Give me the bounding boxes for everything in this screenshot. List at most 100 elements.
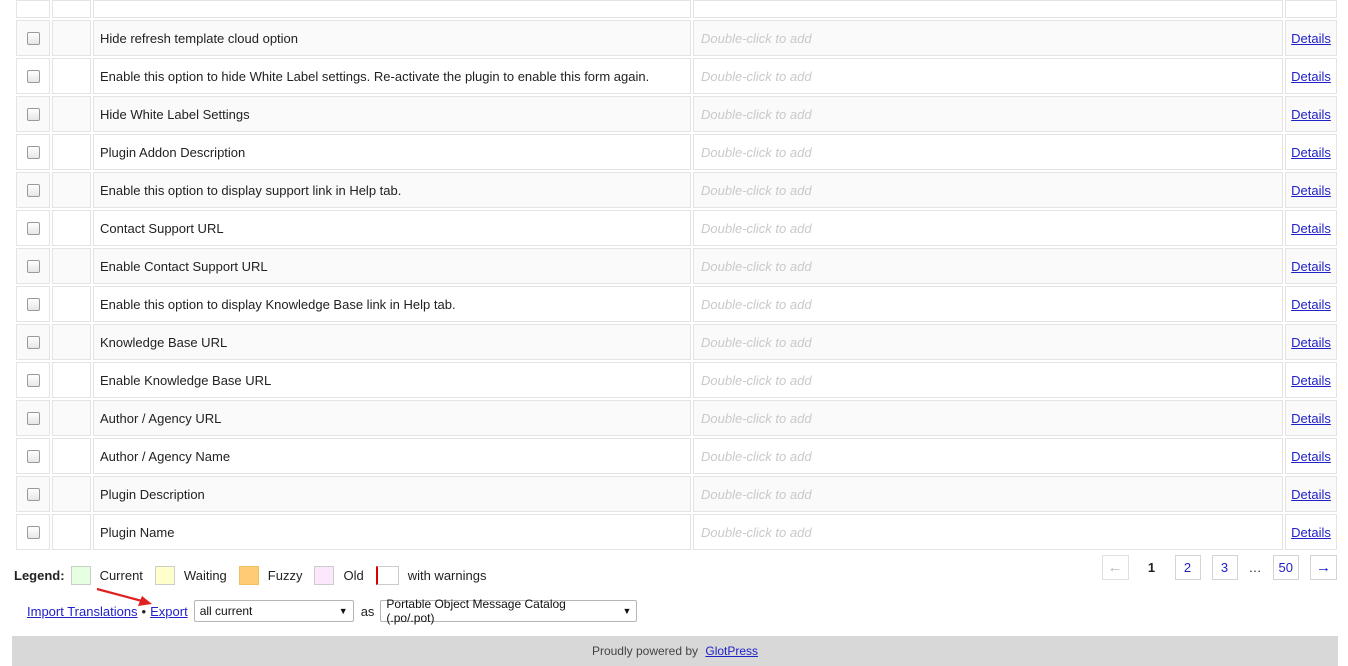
translation-cell[interactable]: Double-click to add bbox=[693, 210, 1283, 246]
table-row[interactable] bbox=[16, 0, 1337, 18]
row-checkbox[interactable] bbox=[26, 146, 40, 159]
translation-cell[interactable]: Double-click to add bbox=[693, 96, 1283, 132]
export-format-select[interactable]: Portable Object Message Catalog (.po/.po… bbox=[380, 597, 638, 625]
translation-cell[interactable]: Double-click to add bbox=[693, 286, 1283, 322]
strings-table: Hide refresh template cloud option Double… bbox=[14, 0, 1339, 552]
details-link[interactable]: Details bbox=[1291, 31, 1331, 46]
original-string: Enable Knowledge Base URL bbox=[93, 362, 691, 398]
row-priority-cell bbox=[52, 0, 91, 18]
legend-warnings-label: with warnings bbox=[407, 567, 487, 583]
row-checkbox[interactable] bbox=[26, 526, 40, 539]
row-priority-cell bbox=[52, 438, 91, 474]
original-string: Enable this option to display support li… bbox=[93, 172, 691, 208]
details-link[interactable]: Details bbox=[1291, 221, 1331, 236]
footer-text: Proudly powered by bbox=[591, 644, 699, 658]
translation-cell[interactable]: Double-click to add bbox=[693, 324, 1283, 360]
translation-cell[interactable]: Double-click to add bbox=[693, 248, 1283, 284]
row-checkbox[interactable] bbox=[26, 222, 40, 235]
original-string: Contact Support URL bbox=[93, 210, 691, 246]
pagination-next-button[interactable]: → bbox=[1310, 555, 1337, 580]
row-checkbox[interactable] bbox=[26, 70, 40, 83]
table-row[interactable]: Knowledge Base URL Double-click to add Det… bbox=[16, 324, 1337, 360]
table-row[interactable]: Author / Agency Name Double-click to add D… bbox=[16, 438, 1337, 474]
import-export-bar: Import Translations • Export all current… bbox=[27, 597, 638, 625]
table-row[interactable]: Enable this option to display support li… bbox=[16, 172, 1337, 208]
row-checkbox[interactable] bbox=[26, 374, 40, 387]
row-checkbox[interactable] bbox=[26, 412, 40, 425]
row-select-cell bbox=[16, 514, 50, 550]
row-checkbox[interactable] bbox=[26, 108, 40, 121]
strings-table-body: Hide refresh template cloud option Double… bbox=[16, 0, 1337, 550]
details-link[interactable]: Details bbox=[1291, 411, 1331, 426]
table-row[interactable]: Plugin Addon Description Double-click to … bbox=[16, 134, 1337, 170]
row-select-cell bbox=[16, 0, 50, 18]
original-string: Author / Agency URL bbox=[93, 400, 691, 436]
row-checkbox[interactable] bbox=[26, 298, 40, 311]
legend-current-swatch bbox=[70, 565, 91, 585]
original-string: Hide refresh template cloud option bbox=[93, 20, 691, 56]
row-checkbox[interactable] bbox=[26, 184, 40, 197]
row-actions-cell: Details bbox=[1285, 20, 1337, 56]
export-link[interactable]: Export bbox=[150, 604, 188, 619]
translation-cell[interactable]: Double-click to add bbox=[693, 172, 1283, 208]
row-priority-cell bbox=[52, 210, 91, 246]
details-link[interactable]: Details bbox=[1291, 449, 1331, 464]
row-checkbox[interactable] bbox=[26, 32, 40, 45]
row-select-cell bbox=[16, 324, 50, 360]
export-as-label: as bbox=[360, 603, 375, 619]
original-string: Plugin Name bbox=[93, 514, 691, 550]
row-checkbox[interactable] bbox=[26, 260, 40, 273]
pagination-page-2[interactable]: 2 bbox=[1174, 555, 1201, 580]
details-link[interactable]: Details bbox=[1291, 259, 1331, 274]
table-row[interactable]: Plugin Name Double-click to add Details bbox=[16, 514, 1337, 550]
row-checkbox[interactable] bbox=[26, 336, 40, 349]
translation-cell[interactable]: Double-click to add bbox=[693, 134, 1283, 170]
translation-cell[interactable]: Double-click to add bbox=[693, 514, 1283, 550]
table-row[interactable]: Hide refresh template cloud option Double… bbox=[16, 20, 1337, 56]
import-translations-link[interactable]: Import Translations bbox=[27, 604, 138, 619]
details-link[interactable]: Details bbox=[1291, 107, 1331, 122]
table-row[interactable]: Enable Knowledge Base URL Double-click to… bbox=[16, 362, 1337, 398]
pagination-page-3[interactable]: 3 bbox=[1211, 555, 1238, 580]
row-priority-cell bbox=[52, 362, 91, 398]
table-row[interactable]: Contact Support URL Double-click to add De… bbox=[16, 210, 1337, 246]
table-row[interactable]: Enable this option to hide White Label s… bbox=[16, 58, 1337, 94]
original-string: Knowledge Base URL bbox=[93, 324, 691, 360]
original-string: Plugin Description bbox=[93, 476, 691, 512]
row-actions-cell: Details bbox=[1285, 210, 1337, 246]
chevron-down-icon: ▼ bbox=[338, 606, 348, 616]
details-link[interactable]: Details bbox=[1291, 297, 1331, 312]
details-link[interactable]: Details bbox=[1291, 69, 1331, 84]
table-row[interactable]: Hide White Label Settings Double-click to… bbox=[16, 96, 1337, 132]
legend-fuzzy-swatch bbox=[238, 565, 259, 585]
export-what-select[interactable]: all current ▼ bbox=[193, 600, 354, 622]
row-select-cell bbox=[16, 58, 50, 94]
pagination-prev-button[interactable]: ← bbox=[1101, 555, 1129, 580]
legend-old-swatch bbox=[314, 565, 335, 585]
translation-cell[interactable]: Double-click to add bbox=[693, 400, 1283, 436]
translation-cell[interactable] bbox=[693, 0, 1283, 18]
row-checkbox[interactable] bbox=[26, 450, 40, 463]
details-link[interactable]: Details bbox=[1291, 183, 1331, 198]
details-link[interactable]: Details bbox=[1291, 373, 1331, 388]
table-row[interactable]: Enable this option to display Knowledge … bbox=[16, 286, 1337, 322]
details-link[interactable]: Details bbox=[1291, 525, 1331, 540]
details-link[interactable]: Details bbox=[1291, 335, 1331, 350]
table-row[interactable]: Plugin Description Double-click to add Det… bbox=[16, 476, 1337, 512]
translation-cell[interactable]: Double-click to add bbox=[693, 438, 1283, 474]
table-row[interactable]: Enable Contact Support URL Double-click t… bbox=[16, 248, 1337, 284]
legend-warnings-swatch bbox=[375, 565, 399, 585]
table-row[interactable]: Author / Agency URL Double-click to add De… bbox=[16, 400, 1337, 436]
translation-cell[interactable]: Double-click to add bbox=[693, 362, 1283, 398]
translation-cell[interactable]: Double-click to add bbox=[693, 476, 1283, 512]
pagination-last-page[interactable]: 50 bbox=[1272, 555, 1299, 580]
details-link[interactable]: Details bbox=[1291, 145, 1331, 160]
original-string: Hide White Label Settings bbox=[93, 96, 691, 132]
row-select-cell bbox=[16, 210, 50, 246]
translation-cell[interactable]: Double-click to add bbox=[693, 20, 1283, 56]
details-link[interactable]: Details bbox=[1291, 487, 1331, 502]
row-checkbox[interactable] bbox=[26, 488, 40, 501]
translation-cell[interactable]: Double-click to add bbox=[693, 58, 1283, 94]
row-actions-cell: Details bbox=[1285, 134, 1337, 170]
footer-glotpress-link[interactable]: GlotPress bbox=[705, 644, 758, 658]
